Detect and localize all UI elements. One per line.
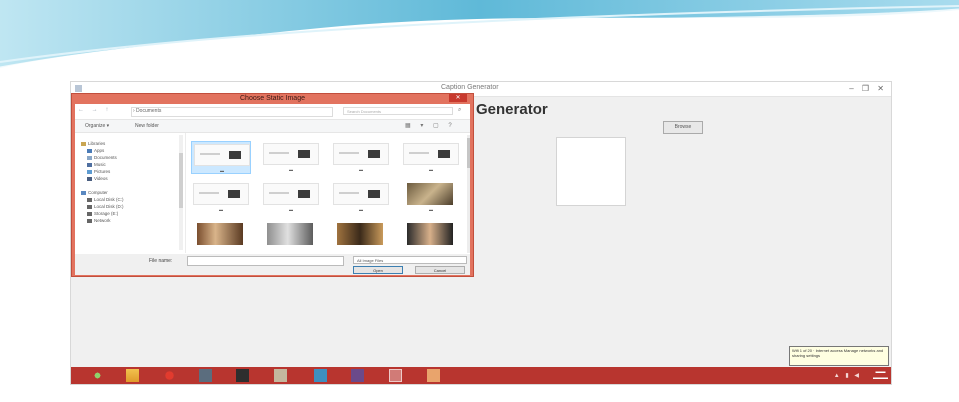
browser-icon[interactable]	[163, 369, 176, 382]
app-window-title: Caption Generator	[441, 84, 499, 91]
nav-item-network[interactable]: Network	[87, 218, 111, 223]
file-explorer-icon[interactable]	[126, 369, 139, 382]
file-thumbnail[interactable]: ▬	[331, 141, 391, 174]
choose-image-dialog: Choose Static Image ✕ ← → ↑ › Documents …	[71, 93, 474, 277]
clock[interactable]: ▬▬ ▬▬▬	[873, 369, 888, 381]
dialog-footer: File name: All Image Files Open Cancel	[75, 254, 470, 275]
nav-item-computer[interactable]: Computer	[81, 190, 108, 195]
drive-icon	[87, 211, 92, 216]
page-heading: Generator	[476, 101, 548, 118]
cancel-button[interactable]: Cancel	[415, 266, 465, 274]
view-options-icon[interactable]: ▦ ▾ ▢ ?	[405, 122, 456, 129]
nav-item-storage-e[interactable]: Storage (E:)	[87, 211, 118, 216]
network-tooltip: Wifi 1 of 20 · Internet access Manage ne…	[789, 346, 889, 366]
dialog-close-button[interactable]: ✕	[449, 94, 467, 102]
nav-arrows[interactable]: ← → ↑	[78, 107, 111, 113]
videos-icon	[87, 176, 92, 181]
file-thumbnail[interactable]: ▬	[261, 141, 321, 174]
search-icon[interactable]: ⌕	[458, 107, 461, 114]
search-input[interactable]: Search Documents	[343, 107, 453, 115]
active-app-icon[interactable]	[389, 369, 402, 382]
app-icon-1[interactable]	[199, 369, 212, 382]
navigation-pane: Libraries Apps Documents Music Pictures …	[75, 133, 186, 253]
file-thumbnail[interactable]: ▬	[331, 181, 391, 214]
screenshot-window: Caption Generator – ❐ ✕ Generator Browse…	[70, 81, 892, 385]
documents-icon	[87, 155, 92, 160]
nav-item-local-disk-c[interactable]: Local Disk (C:)	[87, 197, 124, 202]
network-icon	[87, 218, 92, 223]
libraries-icon	[81, 141, 86, 146]
computer-icon	[81, 190, 86, 195]
nav-item-libraries[interactable]: Libraries	[81, 141, 105, 146]
file-scrollbar-thumb[interactable]	[467, 138, 470, 168]
dialog-body: ← → ↑ › Documents Search Documents ⌕ Org…	[75, 104, 470, 275]
file-thumbnail[interactable]: ▬	[401, 181, 461, 214]
pictures-icon	[87, 169, 92, 174]
file-thumbnail[interactable]	[401, 221, 461, 254]
system-tray-icons[interactable]: ▲ ▮ ◀	[834, 372, 861, 379]
nav-item-local-disk-d[interactable]: Local Disk (D:)	[87, 204, 124, 209]
nav-item-apps[interactable]: Apps	[87, 148, 104, 153]
app-icon	[75, 85, 82, 92]
command-bar: Organize ▾ New folder ▦ ▾ ▢ ?	[75, 120, 470, 133]
drive-icon	[87, 204, 92, 209]
file-grid: ▬ ▬ ▬ ▬ ▬ ▬ ▬ ▬	[189, 135, 465, 253]
organize-button[interactable]: Organize ▾	[85, 123, 109, 129]
app-icon-2[interactable]	[236, 369, 249, 382]
filetype-select[interactable]: All Image Files	[353, 256, 467, 264]
app-icon-6[interactable]	[427, 369, 440, 382]
taskbar: ▲ ▮ ◀ ▬▬ ▬▬▬	[71, 367, 891, 384]
open-button[interactable]: Open	[353, 266, 403, 274]
browse-button[interactable]: Browse	[663, 121, 703, 134]
dialog-title: Choose Static Image	[240, 95, 305, 102]
app-icon-5[interactable]	[351, 369, 364, 382]
window-controls[interactable]: – ❐ ✕	[849, 84, 887, 93]
file-thumbnail[interactable]	[261, 221, 321, 254]
file-thumbnail[interactable]	[331, 221, 391, 254]
app-icon-4[interactable]	[314, 369, 327, 382]
nav-item-music[interactable]: Music	[87, 162, 106, 167]
music-icon	[87, 162, 92, 167]
start-icon[interactable]	[91, 369, 104, 382]
app-icon-3[interactable]	[274, 369, 287, 382]
nav-item-pictures[interactable]: Pictures	[87, 169, 110, 174]
new-folder-button[interactable]: New folder	[135, 123, 159, 129]
file-thumbnail[interactable]: ▬	[261, 181, 321, 214]
nav-item-documents[interactable]: Documents	[87, 155, 117, 160]
address-bar: ← → ↑ › Documents Search Documents ⌕	[75, 104, 470, 120]
file-thumbnail[interactable]: ▬	[191, 141, 251, 174]
apps-icon	[87, 148, 92, 153]
nav-item-videos[interactable]: Videos	[87, 176, 108, 181]
filename-label: File name:	[149, 258, 173, 264]
filename-input[interactable]	[187, 256, 344, 266]
header-swoosh-graphic	[0, 0, 959, 70]
file-thumbnail[interactable]	[191, 221, 251, 254]
drive-icon	[87, 197, 92, 202]
file-thumbnail[interactable]: ▬	[401, 141, 461, 174]
breadcrumb[interactable]: › Documents	[133, 108, 161, 114]
caption-output-box[interactable]	[556, 137, 626, 206]
file-thumbnail[interactable]: ▬	[191, 181, 251, 214]
nav-scrollbar-thumb[interactable]	[179, 153, 183, 208]
